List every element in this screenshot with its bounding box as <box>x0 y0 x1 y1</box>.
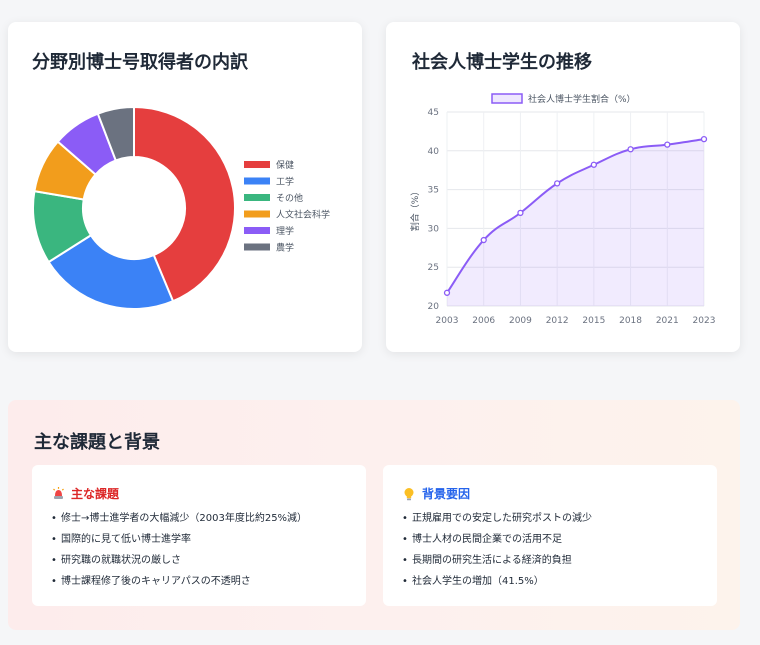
legend-swatch <box>244 194 270 201</box>
legend-label: その他 <box>276 192 303 204</box>
legend-swatch <box>244 177 270 185</box>
legend-swatch <box>244 161 270 168</box>
legend-swatch <box>244 227 270 234</box>
legend-label: 工学 <box>276 176 294 188</box>
list-item: • 国際的に見て低い博士進学率 <box>51 534 191 545</box>
legend-label: 人文社会科学 <box>276 209 330 221</box>
legend-label: 農学 <box>276 242 294 254</box>
background-factors-list: • 正規雇用での安定した研究ポストの減少 • 博士人材の民間企業での活用不足 • 長期… <box>402 512 592 596</box>
y-axis-label: 割合（%） <box>409 187 421 232</box>
data-point <box>480 236 487 244</box>
y-tick-label: 30 <box>428 224 440 234</box>
data-point <box>517 209 524 217</box>
data-point <box>700 136 708 143</box>
issues-section: 主な課題と背景 主な課題 • 修士→博士進学者の大幅減少（2003年度比約25%減… <box>8 400 740 630</box>
list-item: • 正規雇用での安定した研究ポストの減少 <box>402 513 592 524</box>
alarm-light-icon <box>51 486 65 501</box>
background-factors-heading: 背景要因 <box>422 487 471 501</box>
background-factors-card: 背景要因 • 正規雇用での安定した研究ポストの減少 • 博士人材の民間企業での活用不… <box>383 465 717 606</box>
list-item: • 社会人学生の増加（41.5%） <box>402 576 544 587</box>
legend-label: 社会人博士学生割合（%） <box>528 93 636 105</box>
line-chart: 20 25 30 35 40 45 2003 2006 2009 2012 2015 2018 2021… <box>409 93 716 326</box>
x-tick-label: 2012 <box>546 316 569 326</box>
data-point <box>590 161 598 168</box>
donut-chart: 保健工学その他人文社会科学理学農学 <box>32 105 330 310</box>
x-tick-label: 2003 <box>436 316 459 326</box>
y-tick-label: 20 <box>428 302 440 312</box>
y-tick-label: 25 <box>428 263 439 273</box>
list-item: • 博士課程修了後のキャリアパスの不透明さ <box>51 576 251 587</box>
list-item: • 博士人材の民間企業での活用不足 <box>402 534 562 545</box>
data-point <box>664 141 671 148</box>
legend-label: 保健 <box>276 159 294 171</box>
x-tick-label: 2021 <box>656 316 679 326</box>
legend-label: 理学 <box>276 225 294 237</box>
x-tick-label: 2015 <box>582 316 605 326</box>
x-tick-label: 2023 <box>693 316 716 326</box>
lightbulb-icon <box>402 487 416 501</box>
line-chart-card: 社会人博士学生の推移 20 25 30 35 40 45 2003 2006 2009 2012 2… <box>386 22 740 352</box>
main-issues-list: • 修士→博士進学者の大幅減少（2003年度比約25%減） • 国際的に見て低い博士… <box>51 512 307 596</box>
x-tick-label: 2018 <box>619 316 642 326</box>
main-issues-heading: 主な課題 <box>71 487 120 501</box>
legend-swatch <box>491 93 523 104</box>
data-point <box>627 146 634 153</box>
y-tick-label: 45 <box>428 108 439 118</box>
donut-chart-card: 分野別博士号取得者の内訳 保健 工学 その他 人文社会科学 理学 農学 <box>8 22 362 352</box>
list-item: • 長期間の研究生活による経済的負担 <box>402 555 572 566</box>
data-point <box>553 180 561 187</box>
background-factors-header: 背景要因 <box>402 485 470 502</box>
y-tick-label: 40 <box>428 147 440 157</box>
y-tick-label: 35 <box>428 186 439 196</box>
issues-section-title: 主な課題と背景 <box>34 432 160 453</box>
data-point <box>443 289 451 296</box>
main-issues-card: 主な課題 • 修士→博士進学者の大幅減少（2003年度比約25%減） • 国際的に見… <box>32 465 366 606</box>
main-issues-header: 主な課題 <box>51 485 119 502</box>
legend-swatch <box>244 210 270 218</box>
x-tick-label: 2009 <box>509 316 532 326</box>
list-item: • 修士→博士進学者の大幅減少（2003年度比約25%減） <box>51 513 308 524</box>
x-tick-label: 2006 <box>472 316 495 326</box>
legend-swatch <box>244 243 270 251</box>
series-area <box>447 139 704 306</box>
list-item: • 研究職の就職状況の厳しさ <box>51 555 181 566</box>
